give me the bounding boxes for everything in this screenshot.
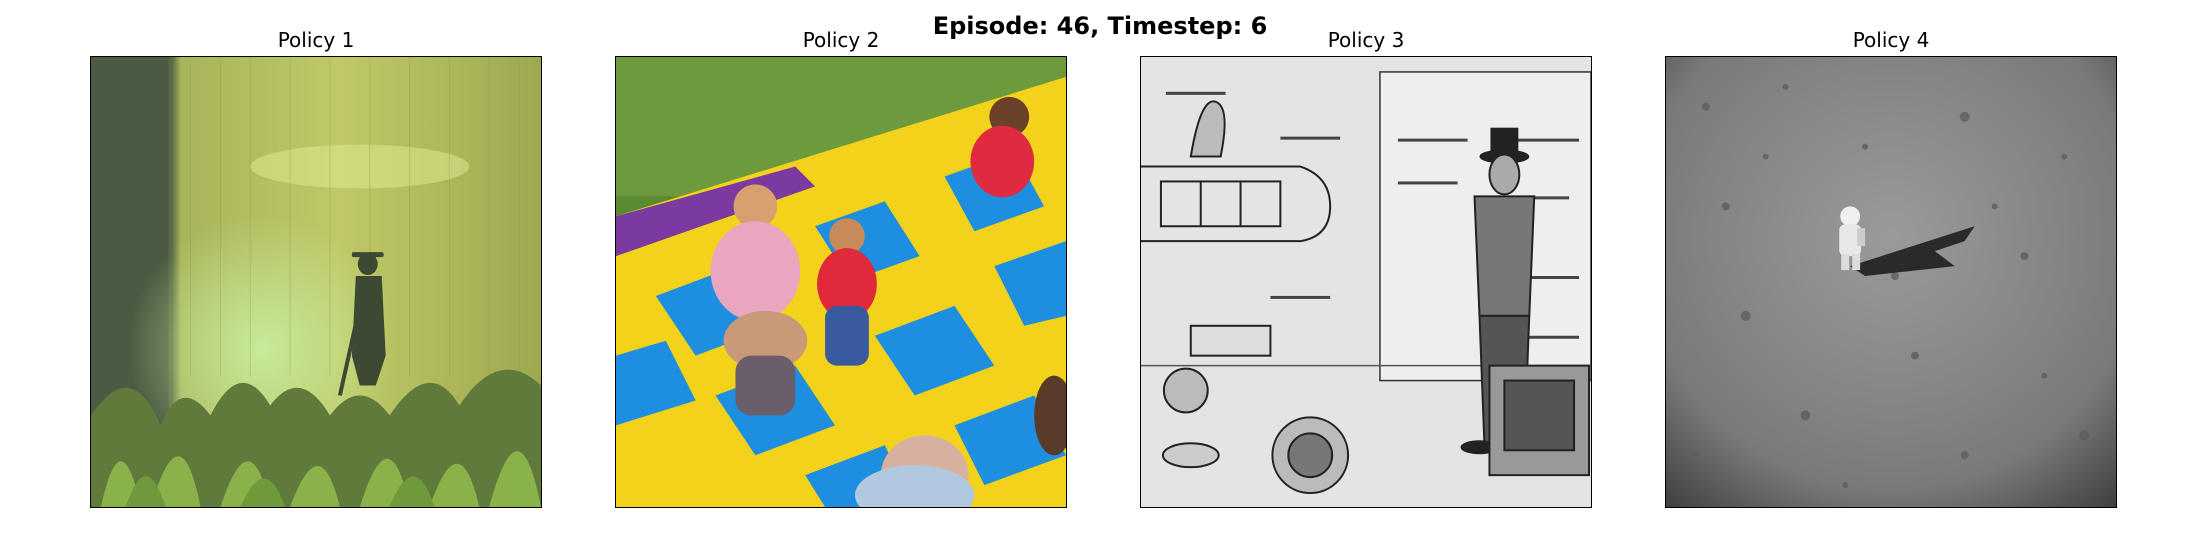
pencil-sketch-illustration [1141,57,1591,507]
panel-4-title: Policy 4 [1852,28,1930,52]
panel-1-image [90,56,542,508]
jungle-silhouette-illustration [91,57,541,507]
panel-4-image [1665,56,2117,508]
panel-3-image [1140,56,1592,508]
lunar-astronaut-photo [1666,57,2116,507]
panel-2-title: Policy 2 [802,28,880,52]
panel-1-title: Policy 1 [277,28,355,52]
panel-3-title: Policy 3 [1327,28,1405,52]
panel-2-image [615,56,1067,508]
children-playground-photo [616,57,1066,507]
